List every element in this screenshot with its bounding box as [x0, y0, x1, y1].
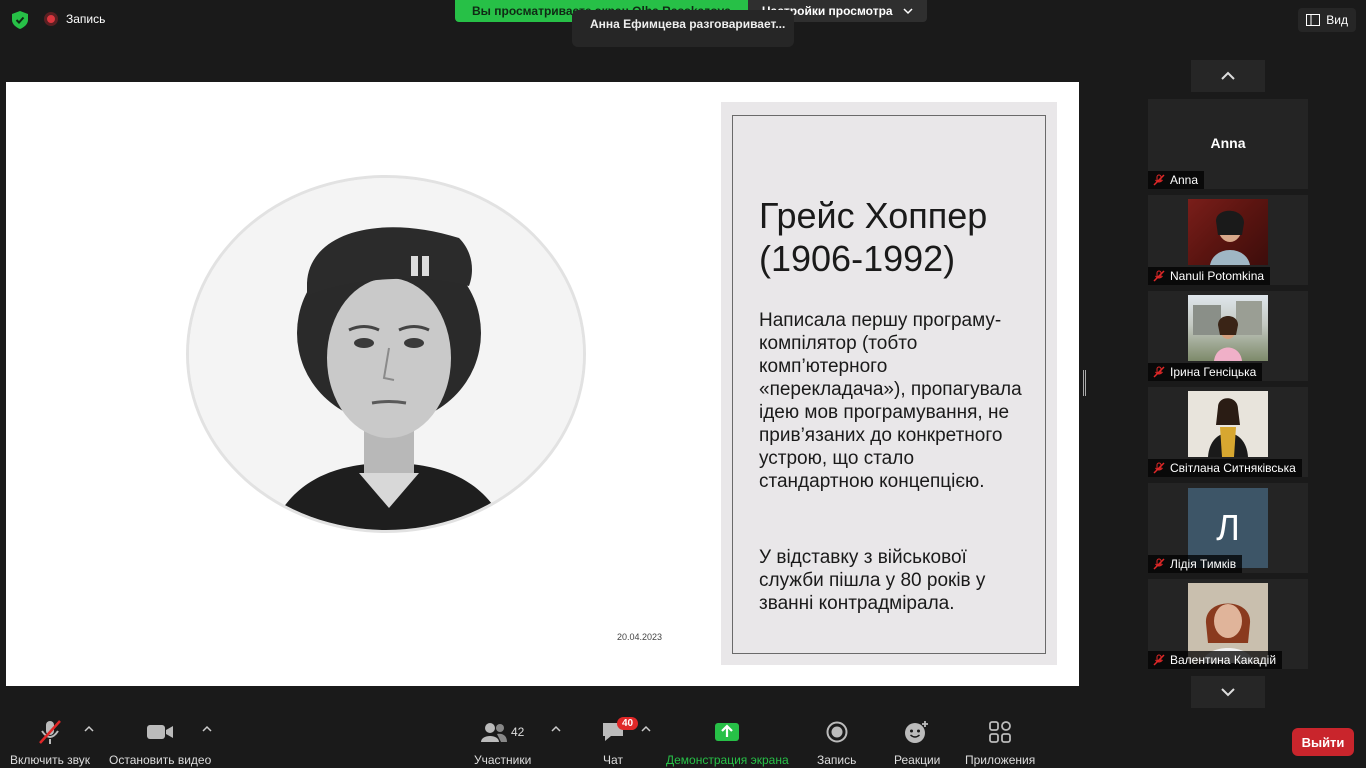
active-speaker-toast: Анна Ефимцева разговаривает...: [572, 10, 794, 47]
text-frame: Грейс Хоппер (1906-1992) Написала першу …: [732, 115, 1046, 654]
participant-name: Nanuli Potomkina: [1170, 269, 1265, 283]
chevron-down-icon: [903, 8, 913, 15]
participants-options-caret-icon[interactable]: [551, 724, 561, 734]
recording-label: Запись: [66, 12, 106, 26]
participant-name-bar: Світлана Ситняківська: [1148, 459, 1302, 477]
video-camera-icon: [147, 725, 174, 739]
reactions-label: Реакции: [894, 753, 941, 767]
participants-icon: [480, 723, 507, 742]
grid-view-icon: [1306, 14, 1321, 26]
security-shield-icon[interactable]: [12, 11, 28, 29]
participant-name-bar: Anna: [1148, 171, 1205, 189]
reactions-smiley-icon: [905, 721, 929, 743]
gallery-scroll-down-button[interactable]: [1191, 676, 1265, 708]
participant-name: Ірина Генсіцька: [1170, 365, 1257, 379]
record-icon: [826, 721, 848, 743]
participant-name: Лідія Тимків: [1170, 557, 1237, 571]
participant-name-bar: Валентина Какадій: [1148, 651, 1283, 669]
portrait-photo: [186, 175, 586, 533]
apps-button[interactable]: Приложения: [965, 719, 1035, 767]
stop-video-label: Остановить видео: [109, 753, 212, 767]
chat-options-caret-icon[interactable]: [641, 724, 651, 734]
share-screen-icon: [715, 723, 740, 741]
slide-date: 20.04.2023: [617, 632, 663, 642]
muted-microphone-icon: [39, 720, 61, 744]
gallery-scroll-up-button[interactable]: [1191, 60, 1265, 92]
participant-name: Світлана Ситняківська: [1170, 461, 1296, 475]
view-label: Вид: [1326, 13, 1348, 27]
unmute-button[interactable]: Включить звук: [10, 719, 90, 767]
apps-icon: [989, 721, 1012, 743]
avatar-initial: Л: [1216, 507, 1240, 548]
leave-meeting-button[interactable]: Выйти: [1292, 728, 1354, 756]
muted-mic-icon: [1153, 462, 1165, 474]
video-options-caret-icon[interactable]: [202, 724, 212, 734]
participant-name-bar: Ірина Генсіцька: [1148, 363, 1263, 381]
chat-label: Чат: [603, 753, 623, 767]
share-screen-button[interactable]: Демонстрация экрана: [666, 719, 789, 767]
participant-tile[interactable]: Світлана Ситняківська: [1148, 387, 1308, 477]
muted-mic-icon: [1153, 654, 1165, 666]
chevron-down-icon: [1221, 688, 1235, 697]
chat-unread-badge: 40: [617, 717, 639, 730]
participant-tile[interactable]: Валентина Какадій: [1148, 579, 1308, 669]
record-label: Запись: [817, 753, 857, 767]
panel-resize-handle[interactable]: [1083, 370, 1086, 396]
reactions-button[interactable]: Реакции: [894, 719, 940, 767]
participant-tile[interactable]: Nanuli Potomkina: [1148, 195, 1308, 285]
recording-indicator[interactable]: Запись: [44, 12, 105, 26]
record-button[interactable]: Запись: [817, 719, 856, 767]
apps-label: Приложения: [965, 753, 1036, 767]
muted-mic-icon: [1153, 558, 1165, 570]
slide-paragraph-2: У відставку з військової служби пішла у …: [759, 547, 986, 614]
participant-tile[interactable]: Л Лідія Тимків: [1148, 483, 1308, 573]
participant-name: Anna: [1170, 173, 1199, 187]
view-button[interactable]: Вид: [1298, 8, 1356, 32]
participant-big-name: Anna: [1210, 135, 1246, 151]
participant-tile[interactable]: Anna Anna: [1148, 99, 1308, 189]
stop-video-button[interactable]: Остановить видео: [109, 719, 211, 767]
muted-mic-icon: [1153, 366, 1165, 378]
share-screen-label: Демонстрация экрана: [666, 753, 789, 767]
title-name: Грейс Хоппер: [759, 195, 988, 236]
participant-video: [1188, 295, 1268, 361]
participant-video: [1188, 199, 1268, 265]
muted-mic-icon: [1153, 270, 1165, 282]
slide-paragraph-1: Написала першу програму-компілятор (тобт…: [759, 310, 1022, 492]
slide-title: Грейс Хоппер (1906-1992): [759, 194, 1039, 280]
audio-options-caret-icon[interactable]: [84, 724, 94, 734]
unmute-label: Включить звук: [10, 753, 91, 767]
recording-dot-icon: [44, 12, 58, 26]
participant-video: [1188, 391, 1268, 457]
participant-name: Валентина Какадій: [1170, 653, 1277, 667]
chevron-up-icon: [1221, 71, 1235, 80]
muted-mic-icon: [1153, 174, 1165, 186]
participant-name-bar: Лідія Тимків: [1148, 555, 1243, 573]
meeting-toolbar: Включить звук Остановить видео 42 Участн…: [0, 709, 1366, 768]
title-years: (1906-1992): [759, 238, 956, 279]
participant-name-bar: Nanuli Potomkina: [1148, 267, 1271, 285]
participants-button[interactable]: 42 Участники: [474, 719, 531, 767]
shared-screen[interactable]: 20.04.2023 Грейс Хоппер (1906-1992) Напи…: [6, 82, 1079, 686]
participants-count: 42: [510, 725, 525, 739]
portrait-illustration: [189, 178, 583, 530]
text-panel: Грейс Хоппер (1906-1992) Написала першу …: [721, 102, 1057, 665]
participants-label: Участники: [474, 753, 532, 767]
participant-tile[interactable]: Ірина Генсіцька: [1148, 291, 1308, 381]
